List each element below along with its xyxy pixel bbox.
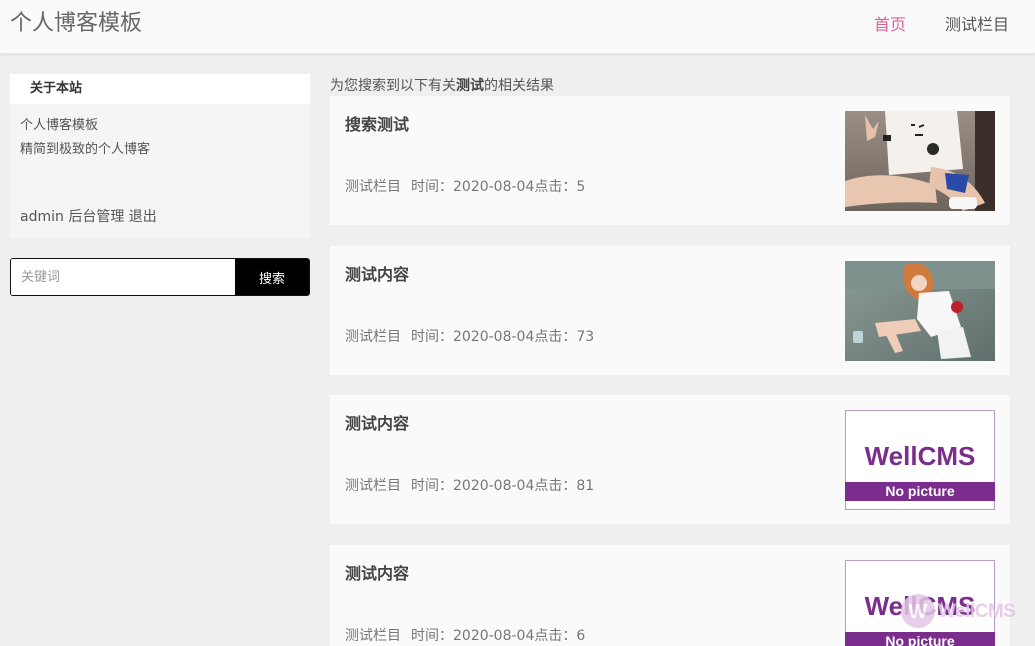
placeholder-caption: No picture [885, 633, 954, 646]
result-category[interactable]: 测试栏目 [345, 628, 401, 644]
result-card[interactable]: 测试内容 测试栏目 时间：2020-08-04点击：73 [330, 246, 1010, 375]
result-card[interactable]: 搜索测试 测试栏目 时间：2020-08-04点击：5 [330, 96, 1010, 225]
result-prefix: 为您搜索到以下有关 [330, 78, 456, 94]
username-link[interactable]: admin [20, 209, 64, 225]
svg-text:W: W [909, 601, 928, 623]
placeholder-brand: WellCMS [865, 441, 976, 471]
clicks-label: 点击： [534, 179, 577, 195]
user-links: admin 后台管理 退出 [20, 207, 157, 227]
search-input[interactable] [11, 259, 236, 295]
logout-link[interactable]: 退出 [129, 209, 157, 225]
about-line-2: 精简到极致的个人博客 [20, 142, 151, 157]
result-clicks: 81 [576, 478, 595, 494]
clicks-label: 点击： [534, 628, 577, 644]
result-title[interactable]: 搜索测试 [345, 114, 409, 136]
result-title[interactable]: 测试内容 [345, 563, 409, 585]
search-button[interactable]: 搜索 [235, 259, 309, 295]
search-result-summary: 为您搜索到以下有关测试的相关结果 [330, 76, 554, 96]
nav-item-home[interactable]: 首页 [874, 14, 906, 36]
clicks-label: 点击： [534, 329, 577, 345]
time-label: 时间： [411, 478, 453, 494]
result-category[interactable]: 测试栏目 [345, 478, 401, 494]
time-label: 时间： [411, 329, 453, 345]
result-date: 2020-08-04 [453, 179, 535, 195]
about-heading: 关于本站 [10, 74, 310, 104]
watermark-text: WellCMS [938, 601, 1016, 622]
result-category[interactable]: 测试栏目 [345, 329, 401, 345]
result-thumbnail-photo[interactable] [845, 111, 995, 211]
about-panel: 关于本站 个人博客模板 精简到极致的个人博客 admin 后台管理 退出 [10, 74, 310, 238]
result-meta: 测试栏目 时间：2020-08-04点击：6 [345, 626, 585, 646]
result-date: 2020-08-04 [453, 478, 535, 494]
wellcms-watermark: W WellCMS [900, 592, 1025, 630]
result-clicks: 5 [576, 179, 586, 195]
result-date: 2020-08-04 [453, 329, 535, 345]
search-form: 搜索 [10, 258, 310, 296]
time-label: 时间： [411, 179, 453, 195]
result-thumbnail-photo[interactable] [845, 261, 995, 361]
result-meta: 测试栏目 时间：2020-08-04点击：81 [345, 476, 594, 496]
result-date: 2020-08-04 [453, 628, 535, 644]
result-clicks: 73 [576, 329, 595, 345]
site-title[interactable]: 个人博客模板 [10, 10, 142, 38]
result-title[interactable]: 测试内容 [345, 413, 409, 435]
wellcms-logo-icon: W [901, 594, 935, 628]
result-keyword: 测试 [456, 78, 484, 94]
result-category[interactable]: 测试栏目 [345, 179, 401, 195]
top-header: 个人博客模板 首页 测试栏目 [0, 0, 1035, 54]
result-title[interactable]: 测试内容 [345, 264, 409, 286]
clicks-label: 点击： [534, 478, 577, 494]
result-suffix: 的相关结果 [484, 78, 554, 94]
result-meta: 测试栏目 时间：2020-08-04点击：5 [345, 177, 585, 197]
time-label: 时间： [411, 628, 453, 644]
admin-link[interactable]: 后台管理 [68, 209, 124, 225]
about-line-1: 个人博客模板 [20, 118, 99, 133]
no-picture-placeholder[interactable]: WellCMS No picture [845, 410, 995, 510]
placeholder-caption: No picture [885, 483, 954, 499]
result-card[interactable]: 测试内容 测试栏目 时间：2020-08-04点击：81 WellCMS No p… [330, 395, 1010, 524]
about-description: 个人博客模板 精简到极致的个人博客 [10, 104, 310, 172]
nav-item-test-column[interactable]: 测试栏目 [945, 14, 1009, 36]
result-meta: 测试栏目 时间：2020-08-04点击：73 [345, 327, 594, 347]
result-clicks: 6 [576, 628, 586, 644]
